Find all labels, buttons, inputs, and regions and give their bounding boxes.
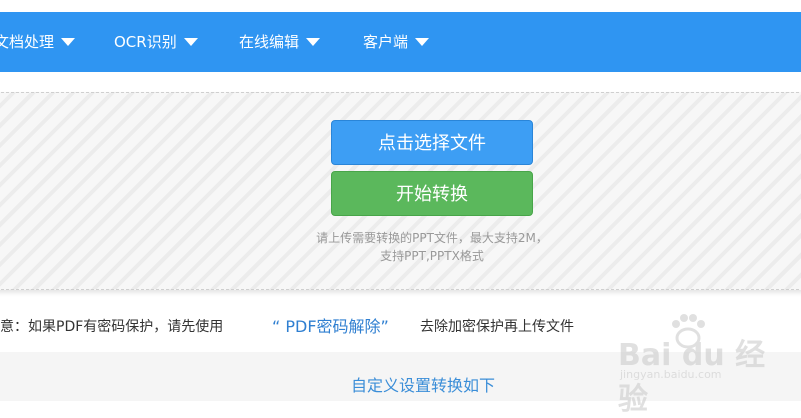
top-strip xyxy=(0,0,801,12)
notice-prefix: 意：如果PDF有密码保护，请先使用 xyxy=(0,319,224,335)
watermark-url: jingyan.baidu.com xyxy=(620,368,722,381)
nav-online-edit[interactable]: 在线编辑 xyxy=(239,12,321,72)
select-file-button[interactable]: 点击选择文件 xyxy=(331,120,533,165)
caret-down-icon xyxy=(306,37,321,46)
pdf-password-removal-link[interactable]: “ PDF密码解除” xyxy=(272,310,389,344)
caret-down-icon xyxy=(415,37,430,46)
caret-down-icon xyxy=(183,37,198,46)
start-convert-button[interactable]: 开始转换 xyxy=(331,171,533,216)
upload-hint-line2: 支持PPT,PPTX格式 xyxy=(380,249,484,263)
custom-settings-title[interactable]: 自定义设置转换如下 xyxy=(351,372,495,396)
notice-suffix: 去除加密保护再上传文件 xyxy=(420,319,574,335)
nav-ocr[interactable]: OCR识别 xyxy=(114,12,198,72)
upload-hint-line1: 请上传需要转换的PPT文件，最大支持2M， xyxy=(316,231,548,245)
nav-client[interactable]: 客户端 xyxy=(363,12,430,72)
nav-label: OCR识别 xyxy=(114,33,177,51)
nav-label: 在线编辑 xyxy=(239,33,300,51)
baidu-jingyan-watermark: Bai du 经验 jingyan.baidu.com xyxy=(610,310,780,417)
top-navbar: 文档处理 OCR识别 在线编辑 客户端 xyxy=(0,12,801,72)
nav-label: 客户端 xyxy=(363,33,409,51)
nav-doc-processing[interactable]: 文档处理 xyxy=(0,12,76,72)
caret-down-icon xyxy=(61,37,76,46)
nav-label: 文档处理 xyxy=(0,33,55,51)
